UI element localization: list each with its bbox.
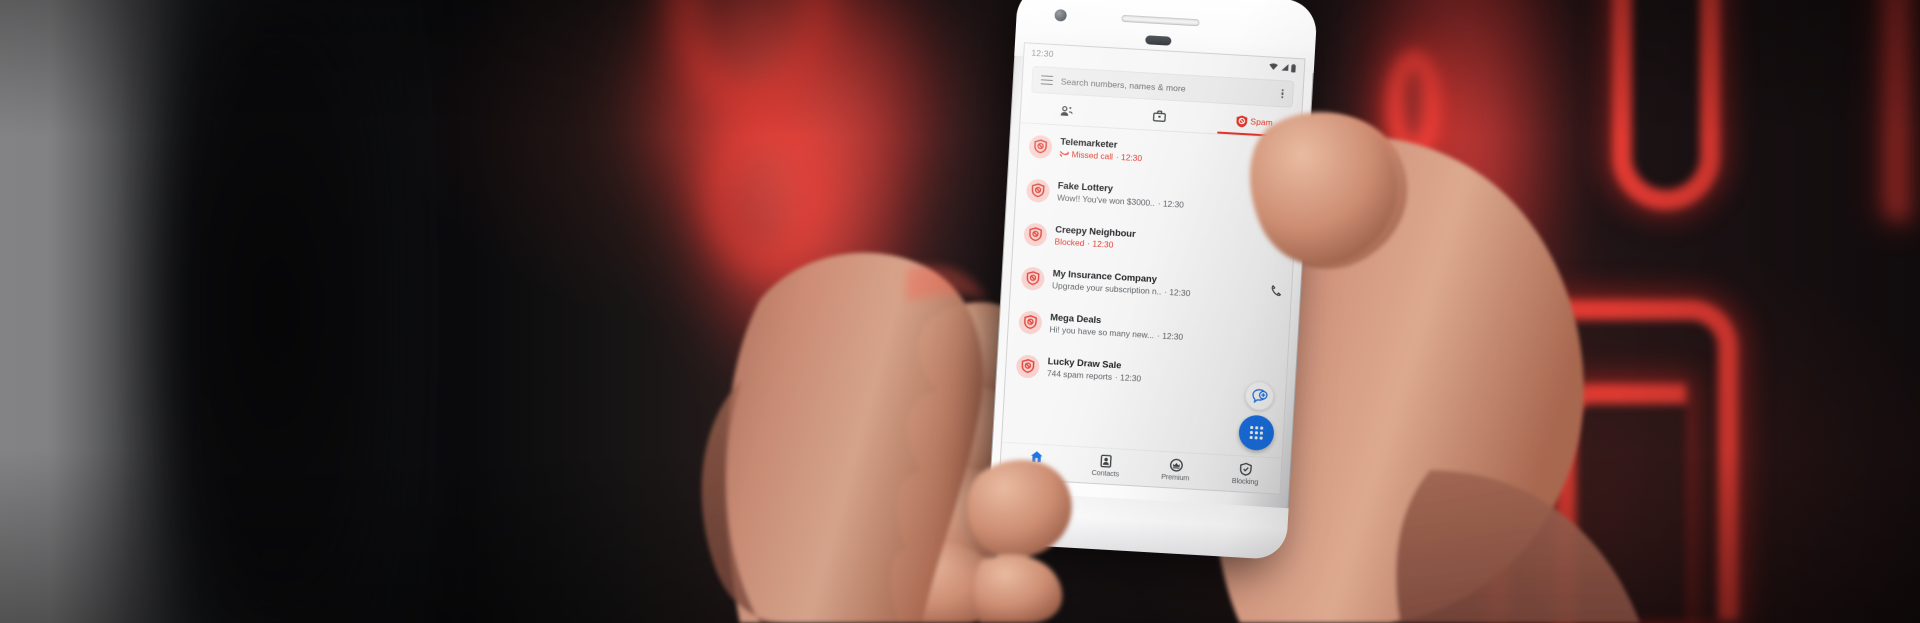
spam-list-item-text: Creepy Neighbour Blocked · 12:30 xyxy=(1054,223,1276,260)
spam-list-item-actions xyxy=(1276,195,1289,214)
avatar xyxy=(1025,178,1051,203)
spam-list-item-text: My Insurance Company Upgrade your subscri… xyxy=(1052,267,1264,304)
spam-list-item-subtitle-text: Blocked xyxy=(1054,236,1085,249)
nav-item-home-label: Home xyxy=(1025,463,1046,474)
tab-spam[interactable]: Spam xyxy=(1207,105,1302,138)
spam-shield-icon xyxy=(1026,271,1040,286)
nav-item-premium[interactable]: Premium xyxy=(1140,451,1212,490)
tab-business[interactable] xyxy=(1114,100,1209,133)
new-message-fab[interactable] xyxy=(1244,380,1275,412)
status-bar-clock: 12:30 xyxy=(1031,47,1054,59)
spam-list-item-time: · 12:30 xyxy=(1114,372,1142,384)
message-plus-icon xyxy=(1251,389,1268,404)
smartphone: 12:30 Search numbers, names & more Spam … xyxy=(986,0,1318,561)
call-icon xyxy=(1279,153,1289,165)
nav-item-home[interactable]: Home xyxy=(1000,443,1072,482)
avatar xyxy=(1028,134,1053,159)
contact-card-icon xyxy=(1100,454,1112,468)
spam-list-item-time: · 12:30 xyxy=(1157,198,1185,210)
home-icon xyxy=(1030,451,1042,463)
shield-check-icon xyxy=(1240,462,1252,476)
call-button[interactable] xyxy=(1271,283,1282,302)
call-button[interactable] xyxy=(1276,195,1287,214)
front-camera-icon xyxy=(1054,8,1067,22)
nav-item-blocking-label: Blocking xyxy=(1231,476,1259,487)
nav-item-blocking[interactable]: Blocking xyxy=(1210,455,1282,494)
spam-call-list[interactable]: Telemarketer Missed call · 12:30 1 Fake L… xyxy=(1005,123,1300,403)
crown-icon xyxy=(1169,458,1183,472)
tab-spam-label: Spam xyxy=(1250,116,1274,128)
spam-list-item-time: · 12:30 xyxy=(1156,330,1184,343)
spam-shield-icon xyxy=(1031,183,1045,198)
spam-list-item-actions: 1 xyxy=(1261,150,1291,170)
spam-list-item-subtitle-text: 744 spam reports xyxy=(1046,368,1113,383)
missed-call-icon xyxy=(1059,150,1069,157)
kebab-menu-icon[interactable] xyxy=(1279,88,1286,100)
tab-contacts[interactable] xyxy=(1020,94,1115,127)
proximity-sensor xyxy=(1145,35,1172,46)
wifi-icon xyxy=(1269,63,1278,70)
search-input[interactable]: Search numbers, names & more xyxy=(1061,76,1272,98)
spam-shield-icon xyxy=(1236,115,1248,127)
people-icon xyxy=(1060,105,1073,116)
dialpad-fab[interactable] xyxy=(1237,414,1275,452)
spam-shield-icon xyxy=(1024,315,1037,330)
dialpad-icon xyxy=(1249,426,1264,440)
hamburger-icon[interactable] xyxy=(1040,75,1054,86)
spam-list-item-subtitle-text: Missed call xyxy=(1071,149,1114,162)
briefcase-icon xyxy=(1152,110,1166,122)
hand-holding-phone xyxy=(701,115,1640,623)
status-bar-icons xyxy=(1269,62,1296,73)
signal-icon xyxy=(1280,64,1289,71)
avatar xyxy=(1020,266,1046,291)
spam-list-item-time: · 12:30 xyxy=(1087,238,1114,250)
nav-item-premium-label: Premium xyxy=(1160,472,1190,483)
photo-scene: 12:30 Search numbers, names & more Spam … xyxy=(0,0,1920,623)
spam-list-item-actions xyxy=(1271,283,1284,302)
call-icon xyxy=(1271,285,1281,296)
nav-item-contacts-label: Contacts xyxy=(1091,468,1120,479)
avatar xyxy=(1023,222,1048,247)
spam-list-item-time: · 12:30 xyxy=(1163,286,1191,299)
battery-icon xyxy=(1291,63,1296,73)
spam-shield-icon xyxy=(1034,139,1048,154)
spam-list-item-time: · 12:30 xyxy=(1115,151,1143,164)
earpiece-speaker xyxy=(1121,14,1200,27)
avatar xyxy=(1018,309,1043,335)
call-button[interactable] xyxy=(1278,151,1289,170)
spam-list-item-text: Telemarketer Missed call · 12:30 xyxy=(1059,135,1254,171)
spam-shield-icon xyxy=(1029,227,1043,242)
call-icon xyxy=(1276,197,1286,209)
avatar xyxy=(1015,353,1041,379)
nav-item-contacts[interactable]: Contacts xyxy=(1070,447,1142,486)
unread-count-badge: 1 xyxy=(1261,153,1273,166)
phone-screen: 12:30 Search numbers, names & more Spam … xyxy=(998,42,1306,495)
spam-list-item-text: Lucky Draw Sale 744 spam reports · 12:30 xyxy=(1047,355,1269,392)
spam-list-item-text: Fake Lottery Wow!! You've won $3000.. · 1… xyxy=(1057,179,1269,216)
spam-shield-icon xyxy=(1021,359,1035,373)
spam-list-item-text: Mega Deals Hi! you have so many new... · … xyxy=(1049,311,1271,348)
